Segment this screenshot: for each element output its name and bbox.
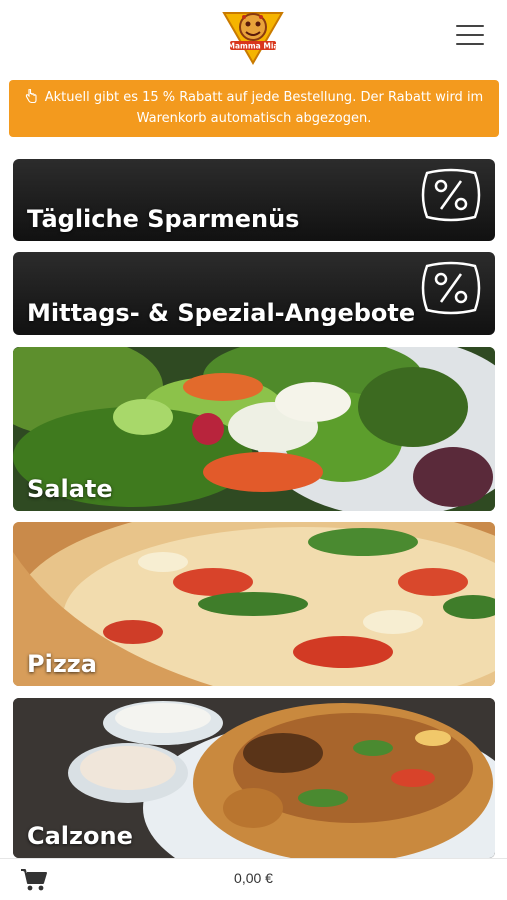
percent-badge-icon [421, 261, 481, 315]
percent-badge-icon [421, 168, 481, 222]
category-label: Pizza [27, 650, 97, 678]
category-pizza[interactable]: Pizza [13, 522, 495, 686]
category-label: Salate [27, 475, 113, 503]
category-lunch-specials[interactable]: Mittags- & Spezial-Angebote [13, 252, 495, 335]
header: Mamma Mia [0, 0, 507, 72]
mamma-mia-logo[interactable]: Mamma Mia [220, 5, 286, 65]
hamburger-icon[interactable] [452, 22, 488, 48]
cart-bar: 0,00 € [0, 858, 507, 900]
category-label: Mittags- & Spezial-Angebote [27, 299, 416, 327]
category-label: Calzone [27, 822, 133, 850]
discount-banner: Aktuell gibt es 15 % Rabatt auf jede Bes… [9, 80, 499, 137]
discount-text: Aktuell gibt es 15 % Rabatt auf jede Bes… [44, 90, 484, 126]
category-salads[interactable]: Salate [13, 347, 495, 511]
category-daily-menus[interactable]: Tägliche Sparmenüs [13, 159, 495, 241]
category-label: Tägliche Sparmenüs [27, 205, 300, 233]
cart-total: 0,00 € [234, 870, 273, 886]
logo-text: Mamma Mia [228, 42, 279, 51]
category-calzone[interactable]: Calzone [13, 698, 495, 858]
hand-pointer-icon [25, 87, 37, 108]
